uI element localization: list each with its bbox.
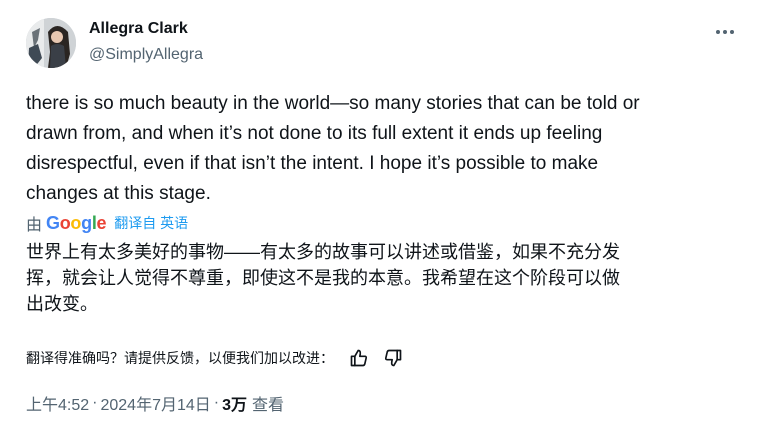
translation-attribution: 由 Google 翻译自 英语	[26, 212, 188, 235]
google-logo-letter: o	[59, 212, 71, 233]
more-options-icon[interactable]	[712, 22, 738, 42]
google-logo-letter: o	[70, 212, 82, 233]
tweet-date[interactable]: 2024年7月14日	[100, 391, 210, 415]
google-logo: Google	[46, 212, 107, 234]
translated-text: 世界上有太多美好的事物——有太多的故事可以讲述或借鉴，如果不充分发 挥，就会让人…	[26, 242, 620, 314]
translated-from-link[interactable]: 翻译自 英语	[114, 213, 188, 233]
tweet-time[interactable]: 上午4:52	[26, 391, 89, 415]
meta-separator: ·	[213, 394, 220, 411]
thumbs-down-icon[interactable]	[382, 347, 404, 369]
avatar[interactable]	[26, 18, 76, 68]
feedback-prompt: 翻译得准确吗？请提供反馈，以便我们加以改进：	[26, 350, 334, 366]
author-name[interactable]: Allegra Clark	[89, 20, 188, 38]
views-label: 查看	[252, 397, 285, 414]
thumbs-up-icon[interactable]	[348, 347, 370, 369]
tweet: Allegra Clark @SimplyAllegra there is so…	[0, 0, 763, 427]
google-logo-letter: G	[46, 212, 60, 233]
tweet-text: there is so much beauty in the world—so …	[26, 93, 640, 204]
translation-feedback: 翻译得准确吗？请提供反馈，以便我们加以改进：	[26, 346, 416, 370]
views-count[interactable]: 3万	[222, 391, 247, 415]
google-logo-letter: g	[81, 212, 92, 233]
google-logo-letter: e	[96, 212, 107, 233]
meta-separator: ·	[92, 394, 98, 411]
translation-prefix: 由	[26, 217, 43, 234]
author-handle[interactable]: @SimplyAllegra	[89, 46, 203, 64]
tweet-metadata: 上午4:52 · 2024年7月14日 · 3万 查看	[26, 391, 284, 415]
